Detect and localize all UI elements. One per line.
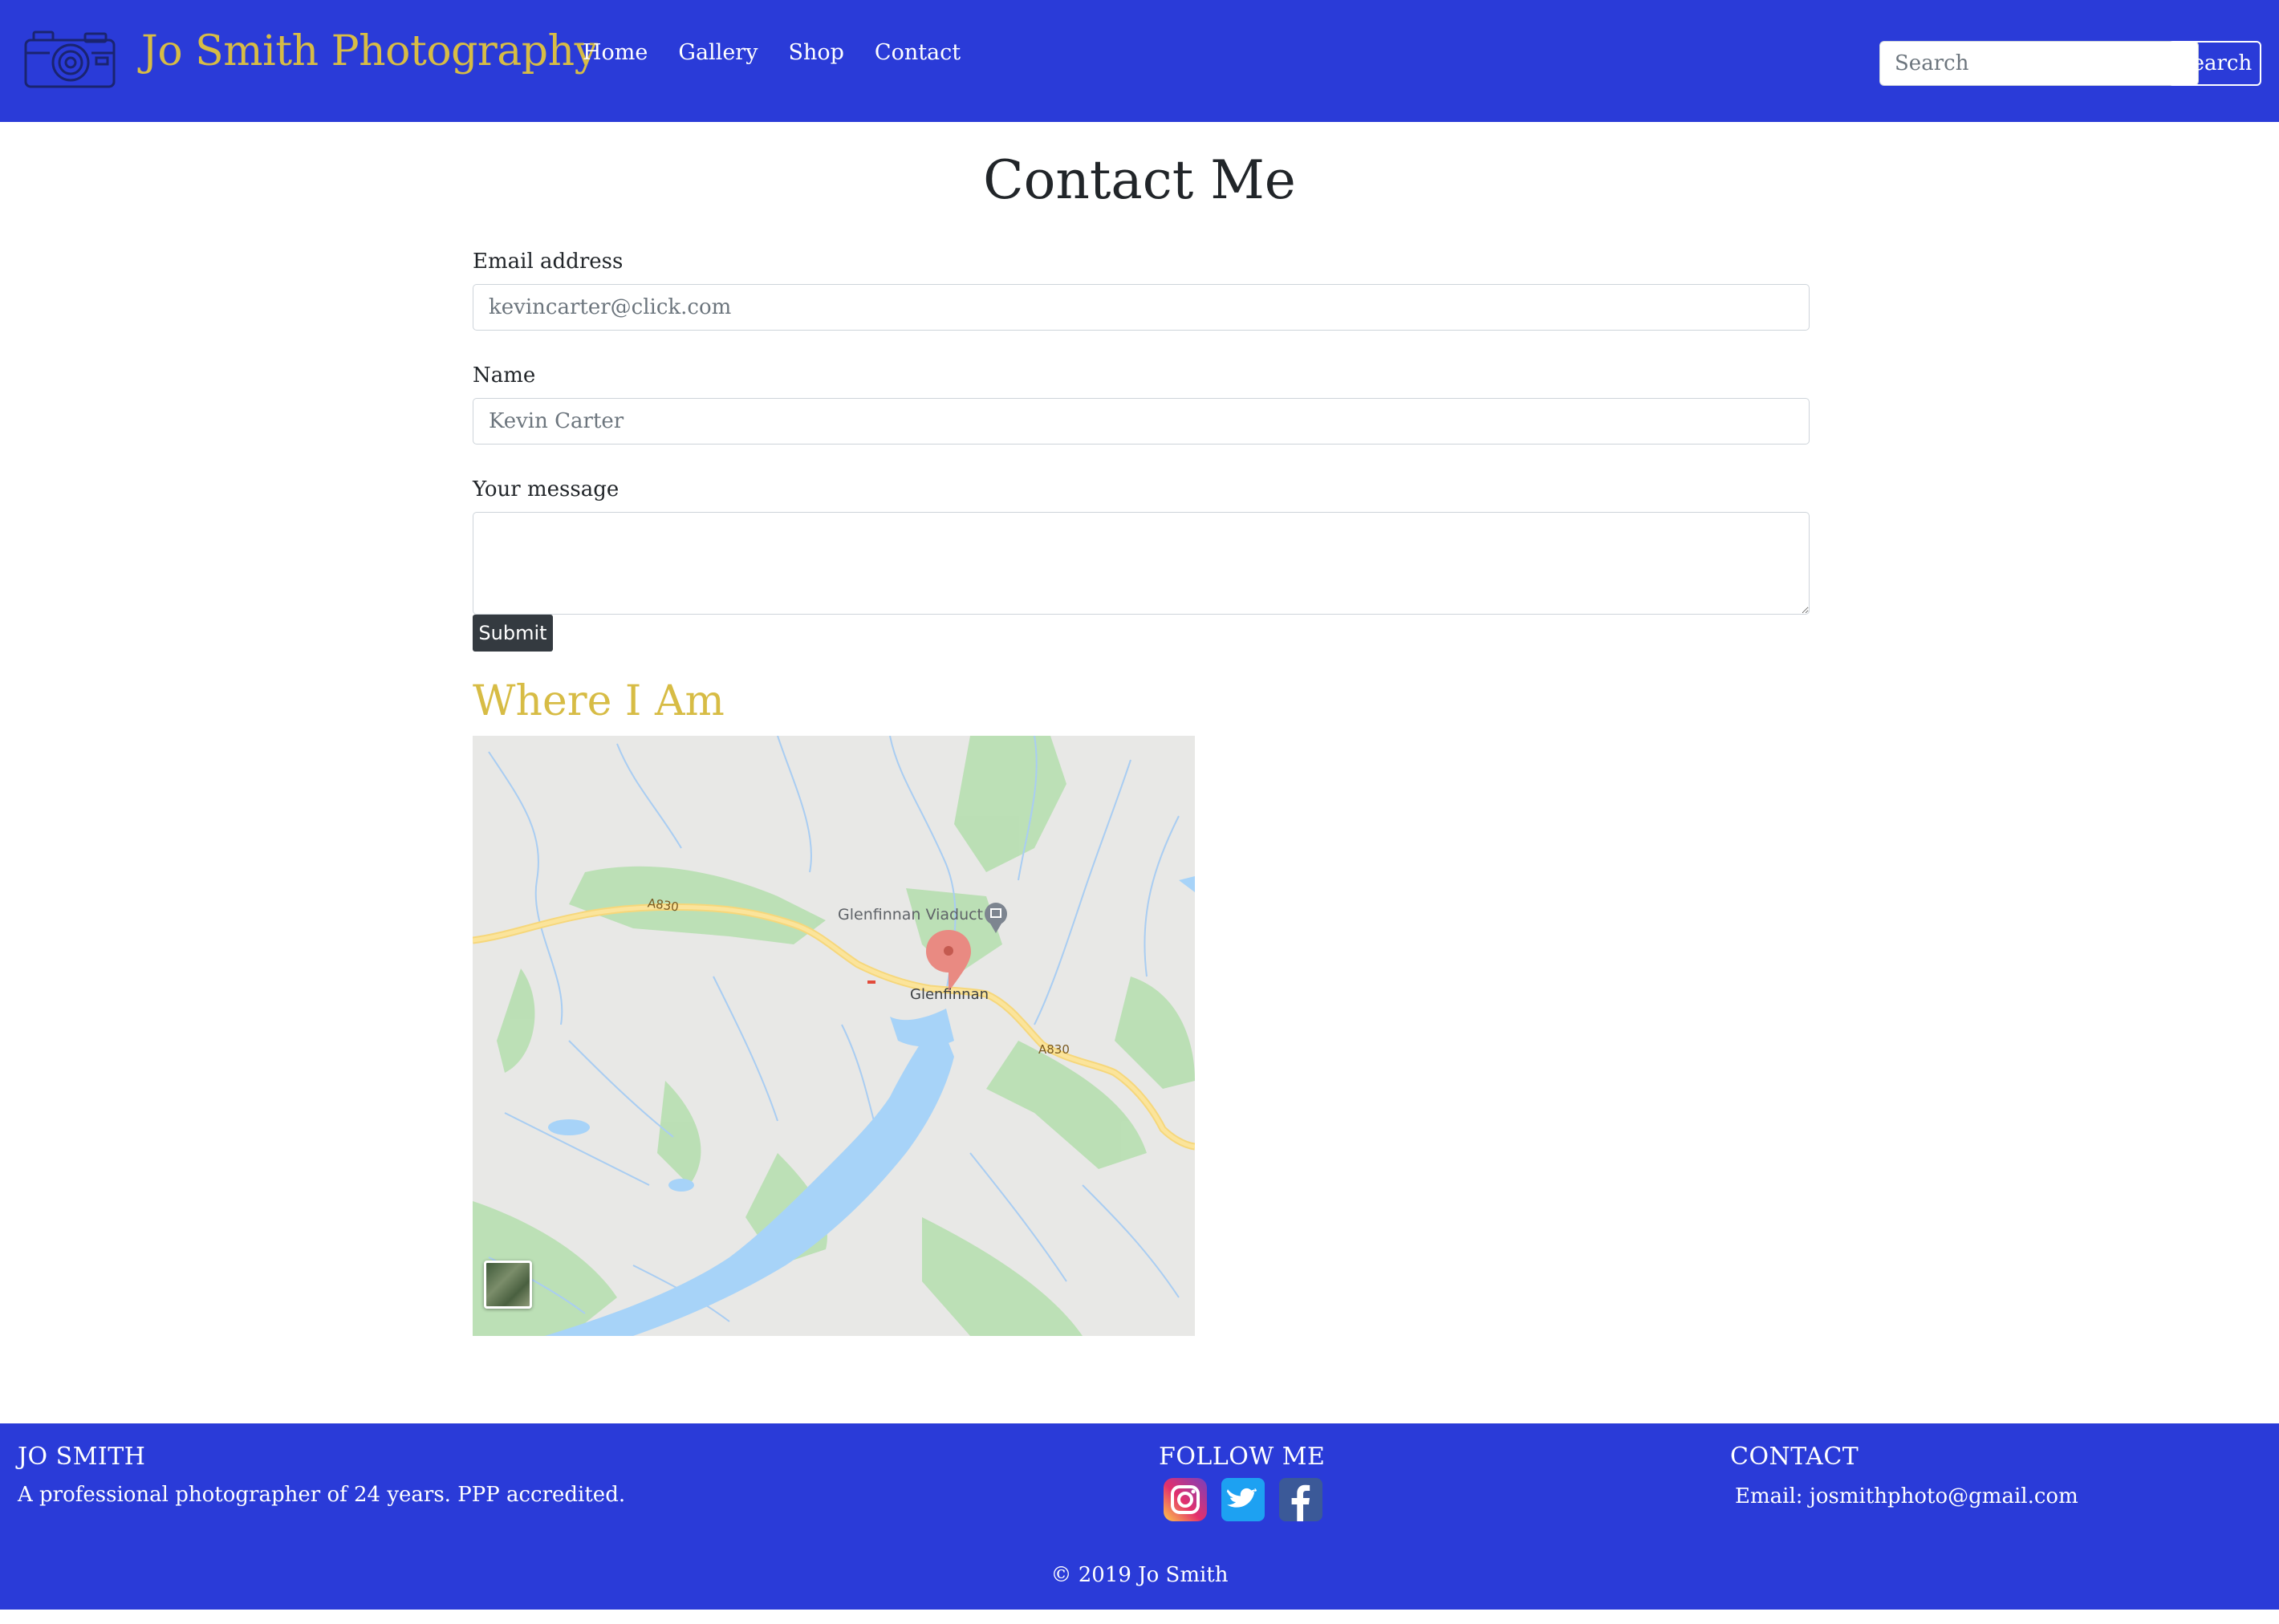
instagram-icon[interactable] bbox=[1164, 1478, 1207, 1521]
footer-about-text: A professional photographer of 24 years.… bbox=[18, 1483, 626, 1507]
copyright-text: © 2019 Jo Smith bbox=[1050, 1563, 1229, 1587]
footer-contact-heading: CONTACT bbox=[1730, 1443, 1859, 1471]
glenfinnan-viaduct-label: Glenfinnan Viaduct bbox=[838, 906, 984, 924]
road-label-a830-east: A830 bbox=[1038, 1042, 1070, 1057]
name-field[interactable] bbox=[473, 398, 1810, 445]
contact-form: Email address Name Your message bbox=[473, 246, 1810, 644]
footer-contact-email[interactable]: Email: josmithphoto@gmail.com bbox=[1735, 1484, 2078, 1508]
message-textarea[interactable] bbox=[473, 512, 1810, 615]
name-group: Name bbox=[473, 359, 1810, 445]
satellite-toggle-button[interactable] bbox=[484, 1261, 532, 1309]
navbar: Jo Smith Photography Home Gallery Shop C… bbox=[0, 0, 2279, 122]
where-i-am-heading: Where I Am bbox=[473, 677, 725, 725]
nav-link-shop[interactable]: Shop bbox=[788, 40, 843, 65]
brand-title[interactable]: Jo Smith Photography bbox=[141, 27, 598, 75]
footer-about-heading: JO SMITH bbox=[18, 1443, 146, 1471]
email-label: Email address bbox=[473, 250, 624, 274]
map-canvas bbox=[473, 736, 1195, 1336]
footer-follow-heading: FOLLOW ME bbox=[1159, 1443, 1326, 1471]
search-button[interactable]: Search bbox=[2168, 41, 2261, 86]
nav-links: Home Gallery Shop Contact bbox=[583, 40, 961, 65]
nav-link-contact[interactable]: Contact bbox=[875, 40, 961, 65]
nav-link-gallery[interactable]: Gallery bbox=[678, 40, 758, 65]
map-embed[interactable]: A830 A830 Glenfinnan Viaduct Glenfinnan bbox=[473, 736, 1195, 1336]
search-input[interactable] bbox=[1879, 41, 2199, 86]
message-label: Your message bbox=[473, 477, 620, 501]
camera-icon[interactable] bbox=[22, 29, 119, 90]
email-field[interactable] bbox=[473, 284, 1810, 331]
footer: JO SMITH A professional photographer of … bbox=[0, 1423, 2279, 1610]
name-label: Name bbox=[473, 363, 536, 388]
message-group: Your message bbox=[473, 473, 1810, 615]
twitter-icon[interactable] bbox=[1221, 1478, 1265, 1521]
email-group: Email address bbox=[473, 246, 1810, 331]
facebook-icon[interactable] bbox=[1279, 1478, 1322, 1521]
nav-link-home[interactable]: Home bbox=[583, 40, 648, 65]
submit-button[interactable]: Submit bbox=[473, 615, 553, 652]
page-title: Contact Me bbox=[983, 149, 1296, 211]
glenfinnan-label: Glenfinnan bbox=[910, 986, 989, 1003]
